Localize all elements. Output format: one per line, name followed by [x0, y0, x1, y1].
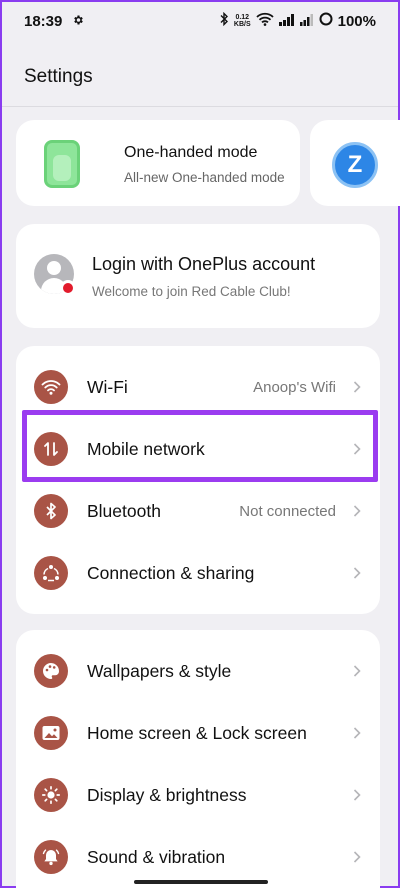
status-time: 18:39 — [24, 12, 63, 30]
settings-item-label: Bluetooth — [87, 500, 161, 521]
account-subtitle: Welcome to join Red Cable Club! — [92, 284, 291, 299]
promo-card-one-handed[interactable]: One-handed mode All-new One-handed mode — [16, 120, 300, 206]
settings-item-label: Wi-Fi — [87, 376, 128, 397]
chevron-right-icon — [353, 443, 361, 455]
palette-icon — [34, 654, 68, 688]
signal-sim2-icon — [299, 13, 314, 30]
network-speed: 0.12 KB/S — [233, 14, 251, 28]
settings-item-wifi[interactable]: Wi-Fi Anoop's Wifi — [16, 356, 380, 418]
image-icon — [34, 716, 68, 750]
settings-item-label: Connection & sharing — [87, 562, 255, 583]
home-indicator[interactable] — [134, 880, 268, 884]
settings-item-label: Mobile network — [87, 438, 205, 459]
chevron-right-icon — [353, 505, 361, 517]
signal-sim1-icon — [278, 13, 295, 30]
wifi-status-icon — [255, 12, 274, 30]
promo-subtitle: All-new One-handed mode — [124, 170, 285, 185]
bluetooth-status: Not connected — [239, 502, 336, 520]
notification-dot — [60, 280, 76, 296]
page-title: Settings — [24, 66, 93, 87]
header-divider — [2, 106, 398, 107]
bluetooth-status-icon — [219, 11, 229, 30]
chevron-right-icon — [353, 381, 361, 393]
wifi-network-name: Anoop's Wifi — [253, 378, 336, 396]
settings-item-mobile-network[interactable]: Mobile network — [16, 418, 380, 480]
settings-item-wallpapers[interactable]: Wallpapers & style — [16, 640, 380, 702]
settings-item-connection-sharing[interactable]: Connection & sharing — [16, 542, 380, 604]
z-logo-icon: Z — [332, 142, 378, 188]
settings-item-label: Home screen & Lock screen — [87, 722, 307, 743]
wifi-icon — [34, 370, 68, 404]
battery-percent: 100% — [337, 12, 376, 30]
one-handed-phone-icon — [44, 140, 80, 188]
settings-item-bluetooth[interactable]: Bluetooth Not connected — [16, 480, 380, 542]
settings-item-display-brightness[interactable]: Display & brightness — [16, 764, 380, 826]
settings-item-sound-vibration[interactable]: Sound & vibration — [16, 826, 380, 888]
connection-icon — [34, 556, 68, 590]
chevron-right-icon — [353, 789, 361, 801]
bluetooth-icon — [34, 494, 68, 528]
battery-icon — [319, 12, 333, 30]
bell-icon — [34, 840, 68, 874]
settings-item-home-lock-screen[interactable]: Home screen & Lock screen — [16, 702, 380, 764]
mobile-data-icon — [34, 432, 68, 466]
account-title: Login with OnePlus account — [92, 254, 316, 274]
chevron-right-icon — [353, 851, 361, 863]
account-card[interactable]: Login with OnePlus account Welcome to jo… — [16, 224, 380, 328]
chevron-right-icon — [353, 665, 361, 677]
settings-gear-icon — [72, 13, 84, 30]
chevron-right-icon — [353, 567, 361, 579]
settings-group-connectivity: Wi-Fi Anoop's Wifi Mobile network Blueto… — [16, 346, 380, 614]
chevron-right-icon — [353, 727, 361, 739]
settings-item-label: Display & brightness — [87, 784, 247, 805]
brightness-icon — [34, 778, 68, 812]
promo-card-second[interactable]: Z — [310, 120, 400, 206]
status-bar: 18:39 0.12 KB/S 100% — [2, 2, 398, 40]
settings-group-personalization: Wallpapers & style Home screen & Lock sc… — [16, 630, 380, 888]
settings-item-label: Wallpapers & style — [87, 660, 232, 681]
settings-item-label: Sound & vibration — [87, 846, 226, 867]
promo-title: One-handed mode — [124, 144, 258, 161]
